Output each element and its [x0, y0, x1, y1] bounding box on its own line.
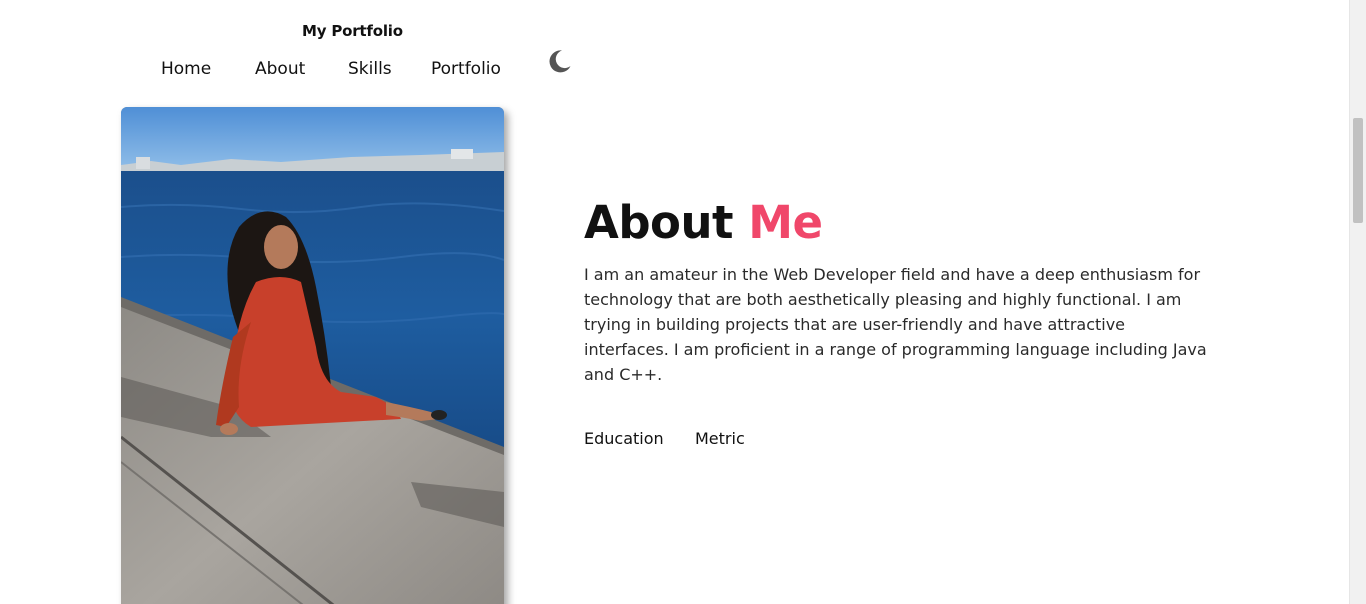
nav-portfolio-link[interactable]: Portfolio — [431, 59, 501, 79]
about-description: I am an amateur in the Web Developer fie… — [584, 265, 1207, 384]
vertical-scrollbar[interactable] — [1349, 0, 1366, 604]
tab-metric[interactable]: Metric — [695, 429, 745, 448]
tab-education[interactable]: Education — [584, 429, 664, 448]
about-title-accent: Me — [748, 196, 823, 249]
brand-title: My Portfolio — [302, 22, 403, 40]
about-title: About Me — [584, 196, 823, 249]
about-title-main: About — [584, 196, 734, 249]
nav-home-link[interactable]: Home — [161, 59, 211, 79]
profile-photo — [121, 107, 504, 604]
page: My Portfolio Home About Skills Portfolio — [0, 0, 1366, 604]
profile-photo-image — [121, 107, 504, 604]
moon-icon — [549, 50, 571, 73]
nav-skills-link[interactable]: Skills — [348, 59, 392, 79]
nav-about-link[interactable]: About — [255, 59, 305, 79]
scrollbar-thumb[interactable] — [1353, 118, 1363, 223]
theme-toggle-button[interactable] — [545, 47, 573, 75]
